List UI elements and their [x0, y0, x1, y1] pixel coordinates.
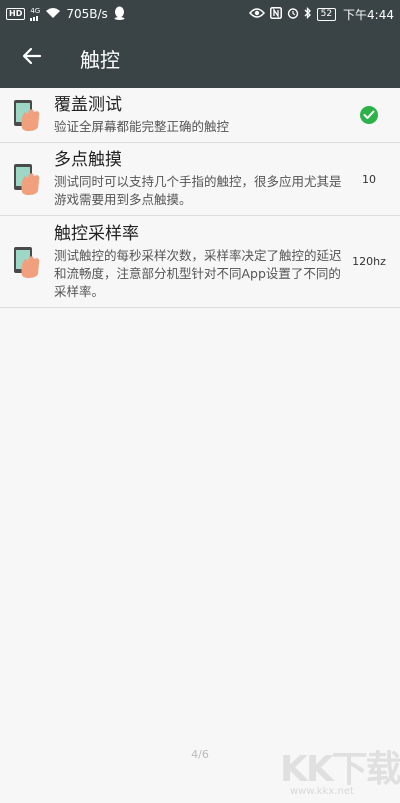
list-item-multitouch[interactable]: 多点触摸 测试同时可以支持几个手指的触控，很多应用尤其是游戏需要用到多点触摸。 …: [0, 143, 400, 216]
page-title: 触控: [80, 47, 120, 72]
nfc-icon: [269, 6, 282, 22]
item-title: 多点触摸: [54, 150, 122, 170]
battery-indicator: 52: [316, 7, 337, 21]
touch-hand-icon: [12, 162, 42, 196]
status-bar: HD 4G 705B/s 52 下午4:44: [0, 0, 400, 28]
item-description: 测试同时可以支持几个手指的触控，很多应用尤其是游戏需要用到多点触摸。: [54, 174, 342, 207]
list-item-sampling-rate[interactable]: 触控采样率 测试触控的每秒采样次数，采样率决定了触控的延迟和流畅度，注意部分机型…: [0, 216, 400, 308]
item-value: 120hz: [352, 255, 386, 268]
item-description: 验证全屏幕都能完整正确的触控: [54, 119, 230, 134]
eye-icon: [248, 7, 265, 21]
watermark-logo: KK下载: [280, 749, 400, 790]
app-bar: 触控: [0, 28, 400, 88]
clock: 下午4:44: [343, 7, 394, 22]
alarm-icon: [287, 7, 299, 22]
touch-hand-icon: [12, 245, 42, 279]
watermark-url: www.kkx.net: [290, 786, 354, 797]
wifi-icon: [45, 7, 61, 22]
bluetooth-icon: [304, 6, 312, 22]
check-circle-icon: [360, 106, 378, 124]
item-value: 10: [362, 172, 376, 186]
test-list: 覆盖测试 验证全屏幕都能完整正确的触控 多点触摸 测试同时可以支持几个手指的触控…: [0, 88, 400, 308]
touch-hand-icon: [12, 98, 42, 132]
list-item-coverage-test[interactable]: 覆盖测试 验证全屏幕都能完整正确的触控: [0, 88, 400, 143]
network-type: 4G: [30, 7, 40, 21]
back-button[interactable]: [10, 36, 54, 80]
item-title: 触控采样率: [54, 223, 139, 244]
item-description: 测试触控的每秒采样次数，采样率决定了触控的延迟和流畅度，注意部分机型针对不同Ap…: [54, 247, 342, 299]
net-speed: 705B/s: [66, 7, 108, 21]
qq-icon: [113, 6, 126, 23]
item-title: 覆盖测试: [54, 95, 122, 115]
item-status: [344, 106, 394, 124]
arrow-left-icon: [22, 46, 42, 70]
hd-badge: HD: [6, 8, 26, 20]
